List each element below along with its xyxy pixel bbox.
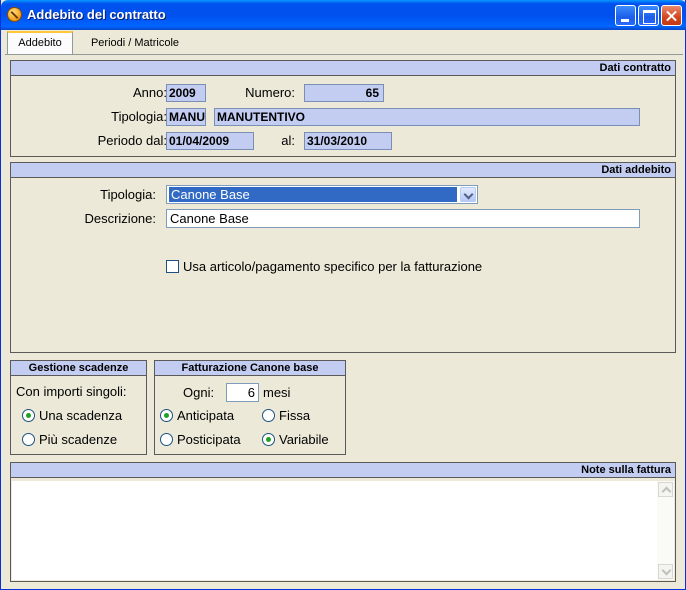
usa-articolo-label[interactable]: Usa articolo/pagamento specifico per la …: [183, 259, 482, 274]
fissa-label[interactable]: Fissa: [279, 408, 310, 423]
numero-label: Numero:: [245, 85, 295, 100]
piu-scadenze-radio[interactable]: [22, 433, 35, 446]
panel-dati-addebito-header: Dati addebito: [11, 163, 675, 178]
ogni-input[interactable]: 6: [226, 383, 259, 402]
panel-fatturazione: Fatturazione Canone base Ogni: 6 mesi An…: [154, 360, 346, 455]
note-textarea[interactable]: [12, 481, 674, 580]
usa-articolo-checkbox[interactable]: [166, 260, 179, 273]
maximize-button[interactable]: [638, 5, 659, 26]
panel-gestione-scadenze-header: Gestione scadenze: [11, 361, 146, 376]
periodo-dal-field: 01/04/2009: [166, 132, 254, 150]
tipologia-code-field: MANU: [166, 108, 206, 126]
con-importi-label: Con importi singoli:: [16, 384, 127, 399]
una-scadenza-label[interactable]: Una scadenza: [39, 408, 122, 423]
anticipata-label[interactable]: Anticipata: [177, 408, 234, 423]
tipologia-contratto-label: Tipologia:: [111, 109, 167, 124]
panel-dati-contratto-header: Dati contratto: [11, 61, 675, 76]
una-scadenza-radio[interactable]: [22, 409, 35, 422]
anno-label: Anno:: [133, 85, 167, 100]
posticipata-radio[interactable]: [160, 433, 173, 446]
panel-fatturazione-header: Fatturazione Canone base: [155, 361, 345, 376]
chevron-down-icon[interactable]: [460, 187, 476, 202]
panel-note-fattura: Note sulla fattura: [10, 462, 676, 582]
tipologia-desc-field: MANUTENTIVO: [214, 108, 640, 126]
ogni-label: Ogni:: [183, 385, 215, 400]
panel-dati-addebito: Dati addebito Tipologia: Canone Base Des…: [10, 162, 676, 353]
posticipata-label[interactable]: Posticipata: [177, 432, 241, 447]
descrizione-label: Descrizione:: [84, 211, 156, 226]
title-bar[interactable]: Addebito del contratto: [1, 0, 686, 30]
tab-addebito[interactable]: Addebito: [7, 31, 73, 55]
fissa-radio[interactable]: [262, 409, 275, 422]
numero-field: 65: [304, 84, 384, 102]
close-button[interactable]: [661, 5, 682, 26]
app-icon: [7, 7, 22, 22]
periodo-dal-label: Periodo dal:: [97, 133, 167, 148]
variabile-radio[interactable]: [262, 433, 275, 446]
periodo-al-field: 31/03/2010: [304, 132, 392, 150]
scroll-up-icon[interactable]: [658, 482, 673, 497]
tipologia-addebito-select[interactable]: Canone Base: [166, 185, 478, 204]
anticipata-radio[interactable]: [160, 409, 173, 422]
panel-gestione-scadenze: Gestione scadenze Con importi singoli: U…: [10, 360, 147, 455]
tipologia-addebito-label: Tipologia:: [100, 187, 156, 202]
anno-field: 2009: [166, 84, 206, 102]
descrizione-input[interactable]: Canone Base: [166, 209, 640, 228]
mesi-label: mesi: [263, 385, 291, 400]
variabile-label[interactable]: Variabile: [279, 432, 329, 447]
note-scrollbar[interactable]: [657, 481, 674, 580]
window-title: Addebito del contratto: [27, 7, 166, 22]
minimize-button[interactable]: [615, 5, 636, 26]
panel-note-fattura-header: Note sulla fattura: [11, 463, 675, 478]
piu-scadenze-label[interactable]: Più scadenze: [39, 432, 117, 447]
tipologia-addebito-selected: Canone Base: [169, 187, 457, 202]
scroll-down-icon[interactable]: [658, 564, 673, 579]
periodo-al-label: al:: [281, 133, 295, 148]
tab-divider: [5, 54, 683, 55]
window: Addebito del contratto Addebito Periodi …: [0, 0, 686, 590]
panel-dati-contratto: Dati contratto Anno: 2009 Numero: 65 Tip…: [10, 60, 676, 157]
